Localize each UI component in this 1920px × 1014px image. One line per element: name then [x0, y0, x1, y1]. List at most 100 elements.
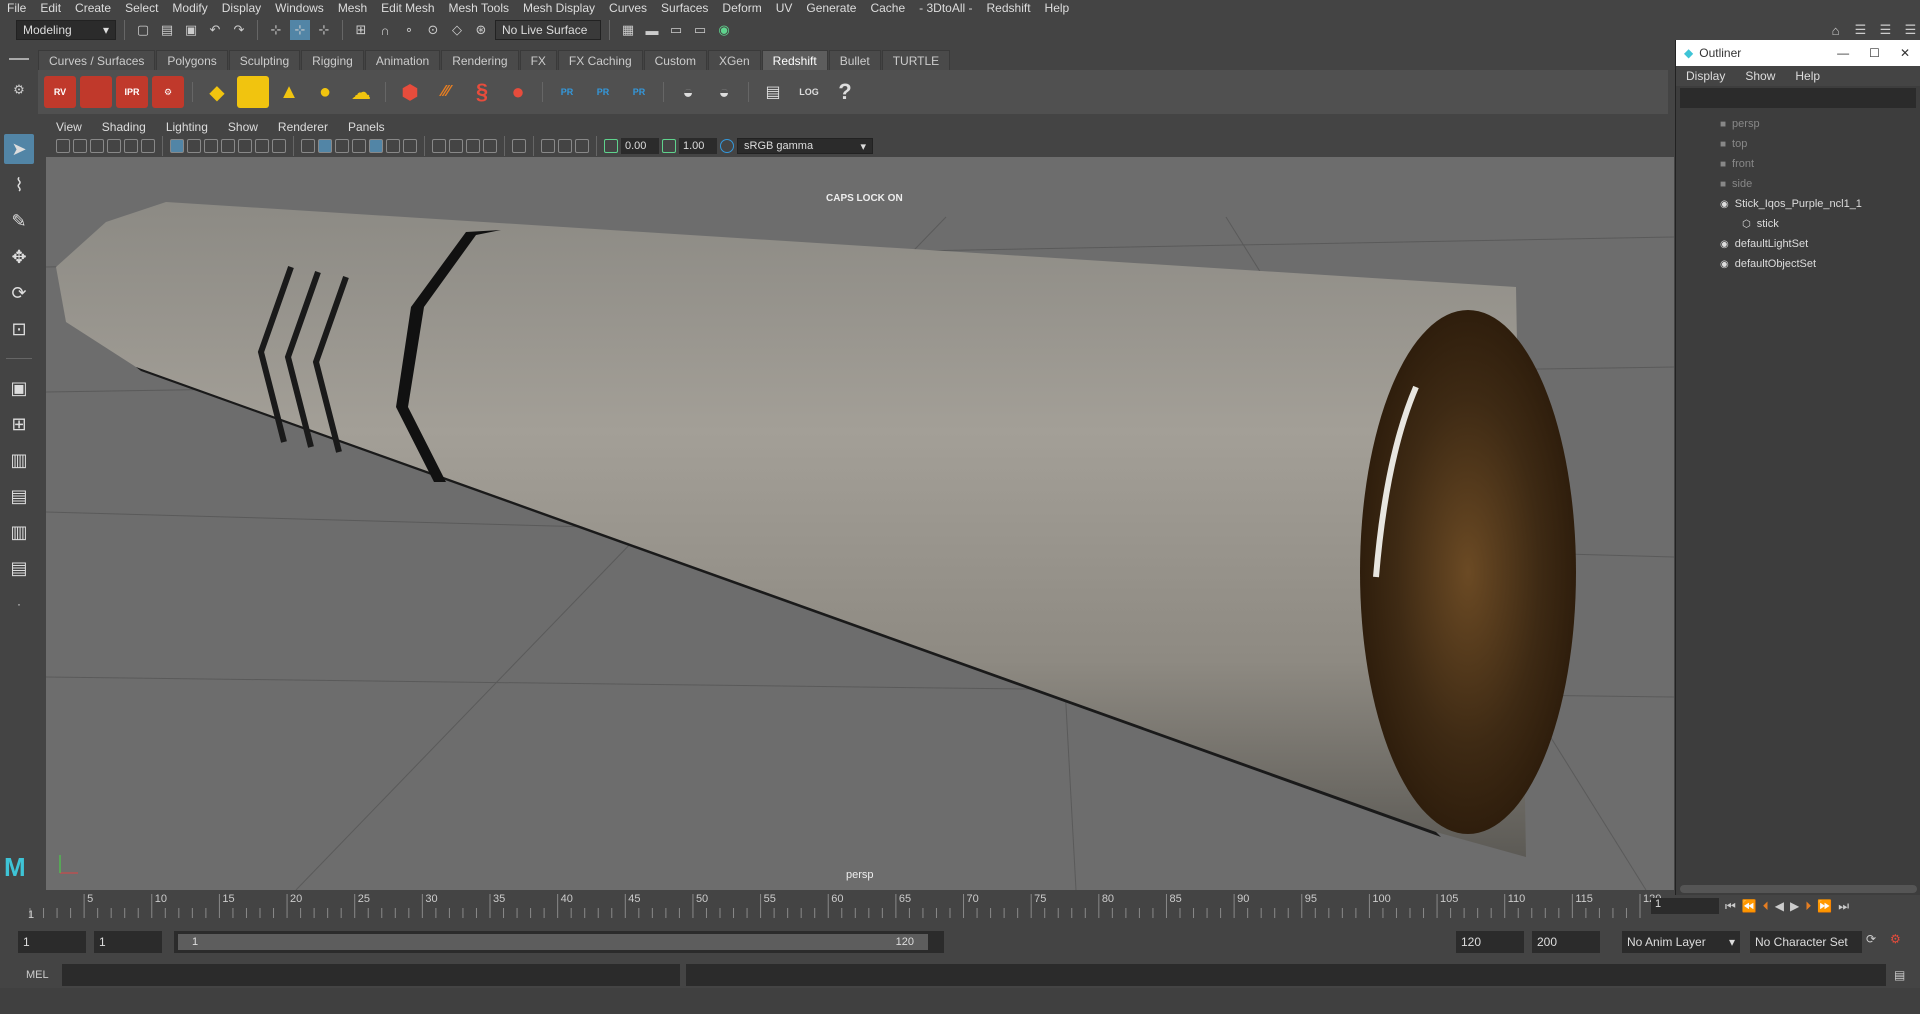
- outliner-search-input[interactable]: [1680, 88, 1916, 108]
- shelf-tab-rendering[interactable]: Rendering: [441, 50, 519, 70]
- layout-icon[interactable]: ☰: [1876, 20, 1895, 40]
- lights-icon[interactable]: [386, 139, 400, 153]
- menu-deform[interactable]: Deform: [715, 0, 768, 16]
- xray-joints-icon[interactable]: [558, 139, 572, 153]
- smooth-shade-icon[interactable]: [318, 139, 332, 153]
- playback-start-field[interactable]: 1: [94, 931, 162, 953]
- redshift-proxy-import-icon[interactable]: PR: [587, 76, 619, 108]
- select-hierarchy-icon[interactable]: ⊹: [266, 20, 286, 40]
- workspace-icon[interactable]: ⌂: [1826, 20, 1845, 40]
- live-surface-field[interactable]: No Live Surface: [495, 20, 601, 40]
- menu-curves[interactable]: Curves: [602, 0, 654, 16]
- start-time-field[interactable]: 1: [18, 931, 86, 953]
- step-forward-frame-icon[interactable]: ⏵: [1805, 899, 1811, 914]
- menu-windows[interactable]: Windows: [268, 0, 331, 16]
- redshift-area-light-icon[interactable]: [237, 76, 269, 108]
- menu-mesh[interactable]: Mesh: [331, 0, 374, 16]
- redshift-log-icon[interactable]: LOG: [793, 76, 825, 108]
- viewport-menu-renderer[interactable]: Renderer: [268, 120, 338, 134]
- redshift-diamond-icon[interactable]: ◆: [201, 76, 233, 108]
- redshift-render-icon[interactable]: [80, 76, 112, 108]
- persp-graph-icon[interactable]: ▤: [4, 481, 34, 511]
- snap-grid-icon[interactable]: ⊞: [351, 20, 371, 40]
- shelf-tab-turtle[interactable]: TURTLE: [881, 50, 951, 70]
- shelf-settings-icon[interactable]: ⚙: [9, 80, 29, 100]
- image-plane-icon[interactable]: [107, 139, 121, 153]
- menu-surfaces[interactable]: Surfaces: [654, 0, 715, 16]
- select-object-icon[interactable]: ⊹: [290, 20, 310, 40]
- motion-blur-icon[interactable]: [449, 139, 463, 153]
- menu-display[interactable]: Display: [215, 0, 268, 16]
- redshift-hair-icon[interactable]: ⁄⁄⁄: [430, 76, 462, 108]
- outliner-item[interactable]: ◉ Stick_Iqos_Purple_ncl1_1: [1676, 194, 1920, 214]
- textured-icon[interactable]: [369, 139, 383, 153]
- menu-3dtoall[interactable]: - 3DtoAll -: [912, 0, 979, 16]
- outliner-menu-display[interactable]: Display: [1676, 69, 1735, 83]
- menu-help[interactable]: Help: [1038, 0, 1077, 16]
- menu-select[interactable]: Select: [118, 0, 165, 16]
- shelf-tab-sculpting[interactable]: Sculpting: [228, 50, 301, 70]
- snap-surface-icon[interactable]: ◇: [447, 20, 467, 40]
- save-scene-icon[interactable]: ▣: [181, 20, 201, 40]
- four-view-icon[interactable]: ⊞: [4, 409, 34, 439]
- mode-selector[interactable]: Modeling ▾: [16, 20, 116, 40]
- menu-edit[interactable]: Edit: [33, 0, 68, 16]
- default-lighting-icon[interactable]: [335, 139, 349, 153]
- redshift-spot-light-icon[interactable]: ▲: [273, 76, 305, 108]
- snap-point-icon[interactable]: ∘: [399, 20, 419, 40]
- step-forward-key-icon[interactable]: ⏩: [1817, 899, 1832, 913]
- playback-end-field[interactable]: 120: [1456, 931, 1524, 953]
- gamma-icon[interactable]: [662, 139, 676, 153]
- redshift-proxy-icon[interactable]: ⬢: [394, 76, 426, 108]
- viewport-menu-show[interactable]: Show: [218, 120, 268, 134]
- minimize-icon[interactable]: —: [1827, 46, 1859, 60]
- redshift-sphere-icon[interactable]: ●: [502, 76, 534, 108]
- redshift-bowl-icon[interactable]: ◒: [672, 76, 704, 108]
- go-to-end-icon[interactable]: ⏭: [1838, 899, 1849, 914]
- render-view-icon[interactable]: ▬: [642, 20, 662, 40]
- shelf-tab-fx[interactable]: FX: [519, 50, 557, 70]
- exposure-icon[interactable]: [604, 139, 618, 153]
- shelf-tab-redshift[interactable]: Redshift: [761, 50, 828, 70]
- outliner-item[interactable]: ◉ defaultLightSet: [1676, 234, 1920, 254]
- persp-outliner-icon[interactable]: ▥: [4, 517, 34, 547]
- layout-icon[interactable]: ☰: [1851, 20, 1870, 40]
- shelf-tab-bullet[interactable]: Bullet: [828, 50, 881, 70]
- persp-uv-icon[interactable]: ▤: [4, 553, 34, 583]
- redshift-help-icon[interactable]: ?: [829, 76, 861, 108]
- open-scene-icon[interactable]: ▤: [157, 20, 177, 40]
- side-by-side-icon[interactable]: ▥: [4, 445, 34, 475]
- viewport-menu-lighting[interactable]: Lighting: [156, 120, 218, 134]
- redshift-ipr-icon[interactable]: IPR: [116, 76, 148, 108]
- script-editor-icon[interactable]: ▤: [1894, 968, 1905, 982]
- go-to-start-icon[interactable]: ⏮: [1725, 899, 1736, 914]
- current-frame-field[interactable]: 1: [1651, 898, 1719, 914]
- snap-live-icon[interactable]: ⊛: [471, 20, 491, 40]
- shelf-tab-custom[interactable]: Custom: [643, 50, 707, 70]
- menu-cache[interactable]: Cache: [863, 0, 912, 16]
- outliner-item[interactable]: ■ persp: [1676, 114, 1920, 134]
- shelf-tab-curves-surfaces[interactable]: Curves / Surfaces: [38, 50, 156, 70]
- snap-view-icon[interactable]: ⊙: [423, 20, 443, 40]
- resolution-gate-icon[interactable]: [204, 139, 218, 153]
- menu-handle-icon[interactable]: [9, 58, 29, 60]
- character-set-dropdown[interactable]: No Character Set: [1750, 931, 1862, 953]
- range-slider-track[interactable]: 1 120: [174, 931, 944, 953]
- redshift-render-view-icon[interactable]: RV: [44, 76, 76, 108]
- time-slider[interactable]: 5 10 15 20 25 30 35 40 45 50 55 60 65 70 75 80 85 90 95 100…: [0, 890, 1719, 921]
- menu-uv[interactable]: UV: [769, 0, 800, 16]
- redshift-curve-icon[interactable]: §: [466, 76, 498, 108]
- command-language-label[interactable]: MEL: [26, 969, 49, 981]
- end-time-field[interactable]: 200: [1532, 931, 1600, 953]
- paint-select-icon[interactable]: ✎: [4, 206, 34, 236]
- safe-title-icon[interactable]: [272, 139, 286, 153]
- 2d-pan-icon[interactable]: [124, 139, 138, 153]
- grid-icon[interactable]: [170, 139, 184, 153]
- shelf-tab-animation[interactable]: Animation: [364, 50, 441, 70]
- xray-icon[interactable]: [541, 139, 555, 153]
- layout-icon[interactable]: ☰: [1901, 20, 1920, 40]
- camera-icon[interactable]: [56, 139, 70, 153]
- close-icon[interactable]: ✕: [1890, 46, 1920, 60]
- shelf-tab-fx-caching[interactable]: FX Caching: [557, 50, 643, 70]
- lasso-tool-icon[interactable]: ⌇: [4, 170, 34, 200]
